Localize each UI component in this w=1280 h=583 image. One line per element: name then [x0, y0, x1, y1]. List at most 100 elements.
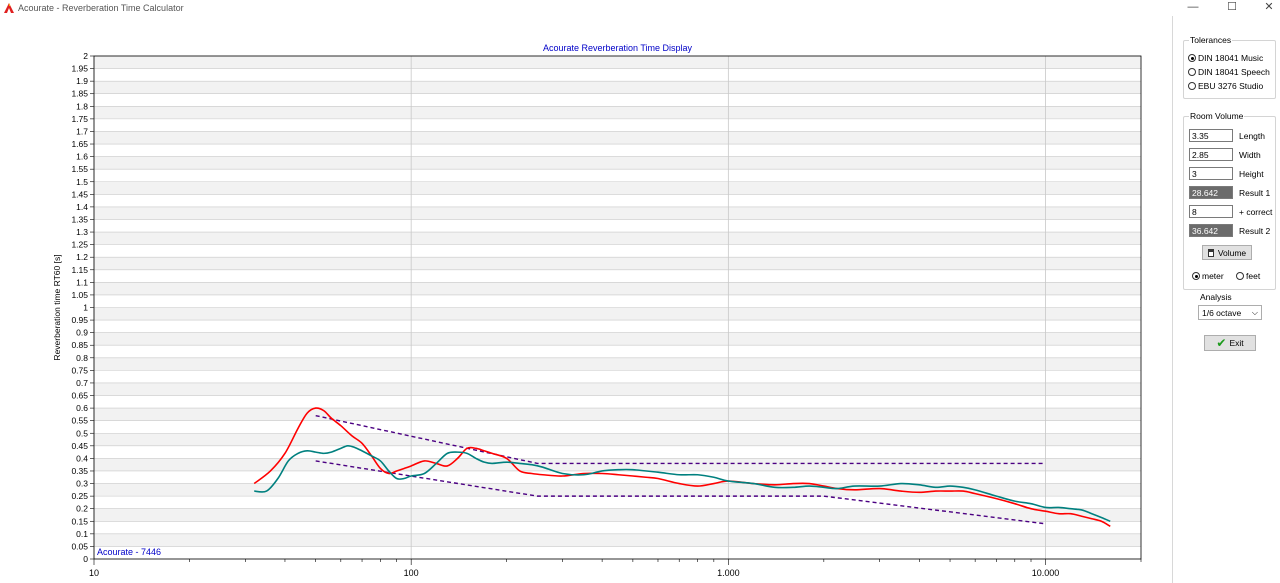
grid-band	[94, 433, 1141, 446]
y-tick-label: 1.25	[71, 240, 88, 250]
y-tick-label: 0.35	[71, 466, 88, 476]
radio-dot-icon	[1188, 68, 1196, 76]
volume-button-label: Volume	[1217, 247, 1247, 258]
grid-band	[94, 232, 1141, 245]
grid-band	[94, 508, 1141, 522]
exit-button[interactable]: ✔ Exit	[1204, 335, 1256, 351]
room-volume-title: Room Volume	[1189, 111, 1245, 121]
radio-label: EBU 3276 Studio	[1198, 81, 1264, 91]
radio-din-speech[interactable]: DIN 18041 Speech	[1188, 67, 1270, 77]
y-tick-label: 0.5	[76, 428, 88, 438]
radio-dot-icon	[1188, 82, 1196, 90]
volume-button[interactable]: Volume	[1202, 245, 1252, 260]
height-label: Height	[1239, 169, 1264, 179]
result1-label: Result 1	[1239, 188, 1271, 198]
y-tick-label: 1.05	[71, 290, 88, 300]
y-tick-label: 0.9	[76, 328, 88, 338]
y-tick-label: 1.3	[76, 227, 88, 237]
radio-label: DIN 18041 Music	[1198, 53, 1264, 63]
length-label: Length	[1239, 131, 1265, 141]
grid-band	[94, 483, 1141, 497]
exit-button-label: Exit	[1229, 338, 1244, 348]
y-tick-label: 1.5	[76, 177, 88, 187]
y-tick-label: 0.1	[76, 529, 88, 539]
y-tick-label: 0.15	[71, 516, 88, 526]
grid-band	[94, 257, 1141, 270]
y-tick-label: 1.65	[71, 139, 88, 149]
y-tick-label: 0	[83, 554, 88, 564]
grid-band	[94, 307, 1141, 321]
x-tick-label: 100	[404, 568, 419, 578]
radio-dot-icon	[1236, 272, 1244, 280]
y-tick-label: 0.25	[71, 491, 88, 501]
y-tick-label: 1.45	[71, 189, 88, 199]
grid-band	[94, 131, 1141, 145]
y-tick-label: 0.4	[76, 453, 88, 463]
y-tick-label: 0.65	[71, 391, 88, 401]
length-input[interactable]: 3.35	[1189, 129, 1233, 142]
result2-label: Result 2	[1239, 226, 1271, 236]
calculator-icon	[1207, 248, 1214, 257]
y-tick-label: 1.8	[76, 101, 88, 111]
grid-band	[94, 181, 1141, 195]
analysis-label: Analysis	[1200, 292, 1232, 302]
grid-band	[94, 408, 1141, 421]
y-tick-label: 0.45	[71, 441, 88, 451]
y-tick-label: 0.55	[71, 416, 88, 426]
radio-feet[interactable]: feet	[1236, 271, 1260, 281]
x-tick-label: 10	[89, 568, 99, 578]
y-tick-label: 1.7	[76, 126, 88, 136]
radio-dot-icon	[1192, 272, 1200, 280]
width-input[interactable]: 2.85	[1189, 148, 1233, 161]
grid-band	[94, 156, 1141, 170]
tolerances-title: Tolerances	[1189, 35, 1233, 45]
correction-input[interactable]: 8	[1189, 205, 1233, 218]
radio-meter[interactable]: meter	[1192, 271, 1224, 281]
y-tick-label: 0.75	[71, 365, 88, 375]
analysis-value: 1/6 octave	[1202, 308, 1242, 318]
width-label: Width	[1239, 150, 1261, 160]
y-tick-label: 1.15	[71, 265, 88, 275]
grid-band	[94, 106, 1141, 119]
maximize-button[interactable]: ☐	[1214, 0, 1250, 14]
y-tick-label: 0.85	[71, 340, 88, 350]
y-tick-label: 1.35	[71, 214, 88, 224]
window-title: Acourate - Reverberation Time Calculator	[18, 3, 184, 13]
tolerances-group: Tolerances DIN 18041 Music DIN 18041 Spe…	[1183, 35, 1276, 99]
chart-annotation: Acourate - 7446	[97, 547, 161, 557]
radio-dot-icon	[1188, 54, 1196, 62]
grid-band	[94, 282, 1141, 295]
title-bar: Acourate - Reverberation Time Calculator…	[0, 0, 1280, 16]
y-tick-label: 0.7	[76, 378, 88, 388]
minimize-button[interactable]: —	[1175, 0, 1211, 14]
grid-band	[94, 533, 1141, 547]
grid-band	[94, 206, 1141, 220]
y-tick-label: 0.3	[76, 479, 88, 489]
analysis-select[interactable]: 1/6 octave ⌵	[1198, 305, 1262, 320]
reverberation-chart: 0 0.05 0.1 0.15 0.2 0.25 0.3 0.35 0.4 0.45 0.5 0.55…	[52, 43, 1142, 578]
close-button[interactable]: ✕	[1251, 0, 1280, 14]
grid-band	[94, 81, 1141, 94]
y-tick-label: 0.05	[71, 541, 88, 551]
y-tick-label: 1.6	[76, 152, 88, 162]
y-tick-label: 0.6	[76, 403, 88, 413]
y-tick-label: 1.95	[71, 64, 88, 74]
y-axis-label: Reverberation time RT60 [s]	[52, 254, 62, 360]
radio-din-music[interactable]: DIN 18041 Music	[1188, 53, 1263, 63]
y-tick-label: 0.2	[76, 504, 88, 514]
x-tick-label: 10.000	[1032, 568, 1060, 578]
result2-field: 36.642	[1189, 224, 1233, 237]
radio-ebu-studio[interactable]: EBU 3276 Studio	[1188, 81, 1263, 91]
height-input[interactable]: 3	[1189, 167, 1233, 180]
grid-band	[94, 357, 1141, 371]
y-tick-label: 1.75	[71, 114, 88, 124]
y-tick-label: 1.85	[71, 89, 88, 99]
chevron-down-icon: ⌵	[1251, 308, 1258, 317]
y-tick-label: 1	[83, 303, 88, 313]
correction-label: + correct	[1239, 207, 1273, 217]
y-tick-label: 2	[83, 51, 88, 61]
y-tick-label: 1.4	[76, 202, 88, 212]
y-tick-label: 1.55	[71, 164, 88, 174]
y-tick-label: 1.1	[76, 277, 88, 287]
x-tick-label: 1.000	[717, 568, 740, 578]
